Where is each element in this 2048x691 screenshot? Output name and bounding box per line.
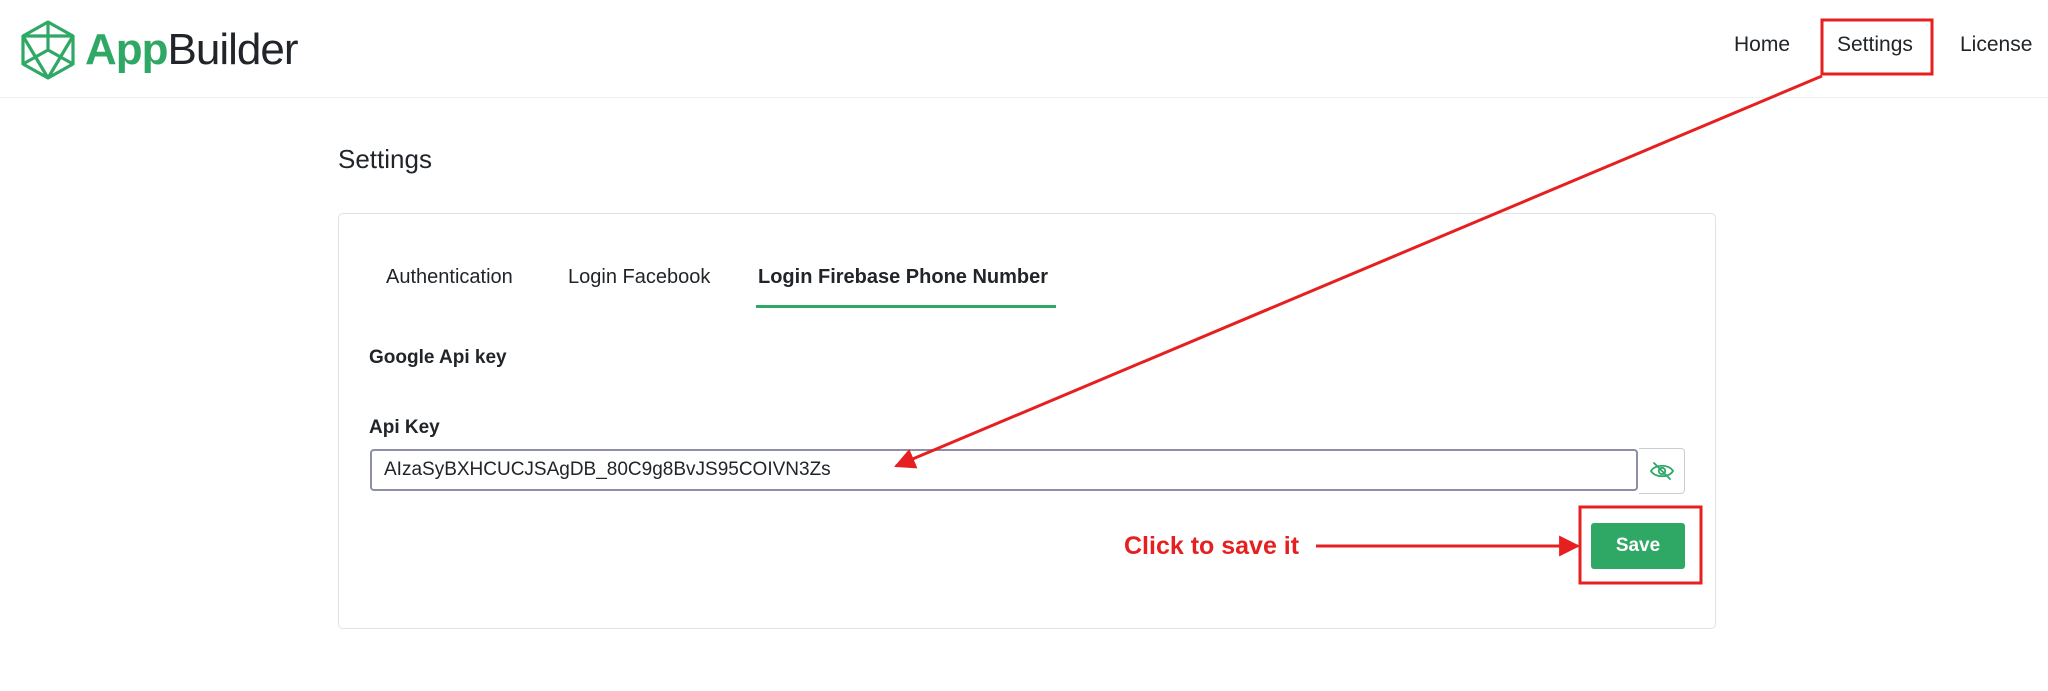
top-header: AppBuilder Home Settings License [0, 0, 2048, 98]
page-title: Settings [338, 144, 432, 174]
active-tab-indicator [756, 305, 1056, 308]
tab-login-firebase-phone-number[interactable]: Login Firebase Phone Number [758, 262, 1048, 292]
nav-license[interactable]: License [1960, 30, 2032, 60]
nav-settings[interactable]: Settings [1837, 30, 1913, 60]
section-title: Google Api key [369, 347, 507, 368]
brand-part-builder: Builder [167, 25, 299, 74]
api-key-label: Api Key [369, 417, 440, 438]
settings-card: Authentication Login Facebook Login Fire… [338, 213, 1716, 629]
api-key-input[interactable] [370, 449, 1638, 491]
annotation-text: Click to save it [1124, 532, 1300, 560]
tab-login-facebook[interactable]: Login Facebook [568, 262, 710, 292]
brand-name[interactable]: AppBuilder [85, 24, 298, 76]
eye-slash-icon [1649, 462, 1674, 480]
tab-authentication[interactable]: Authentication [386, 262, 513, 292]
logo-icon[interactable] [20, 19, 76, 81]
toggle-visibility-button[interactable] [1639, 448, 1685, 494]
nav-home[interactable]: Home [1734, 30, 1790, 60]
brand-part-app: App [85, 25, 169, 74]
save-button[interactable]: Save [1591, 523, 1685, 569]
